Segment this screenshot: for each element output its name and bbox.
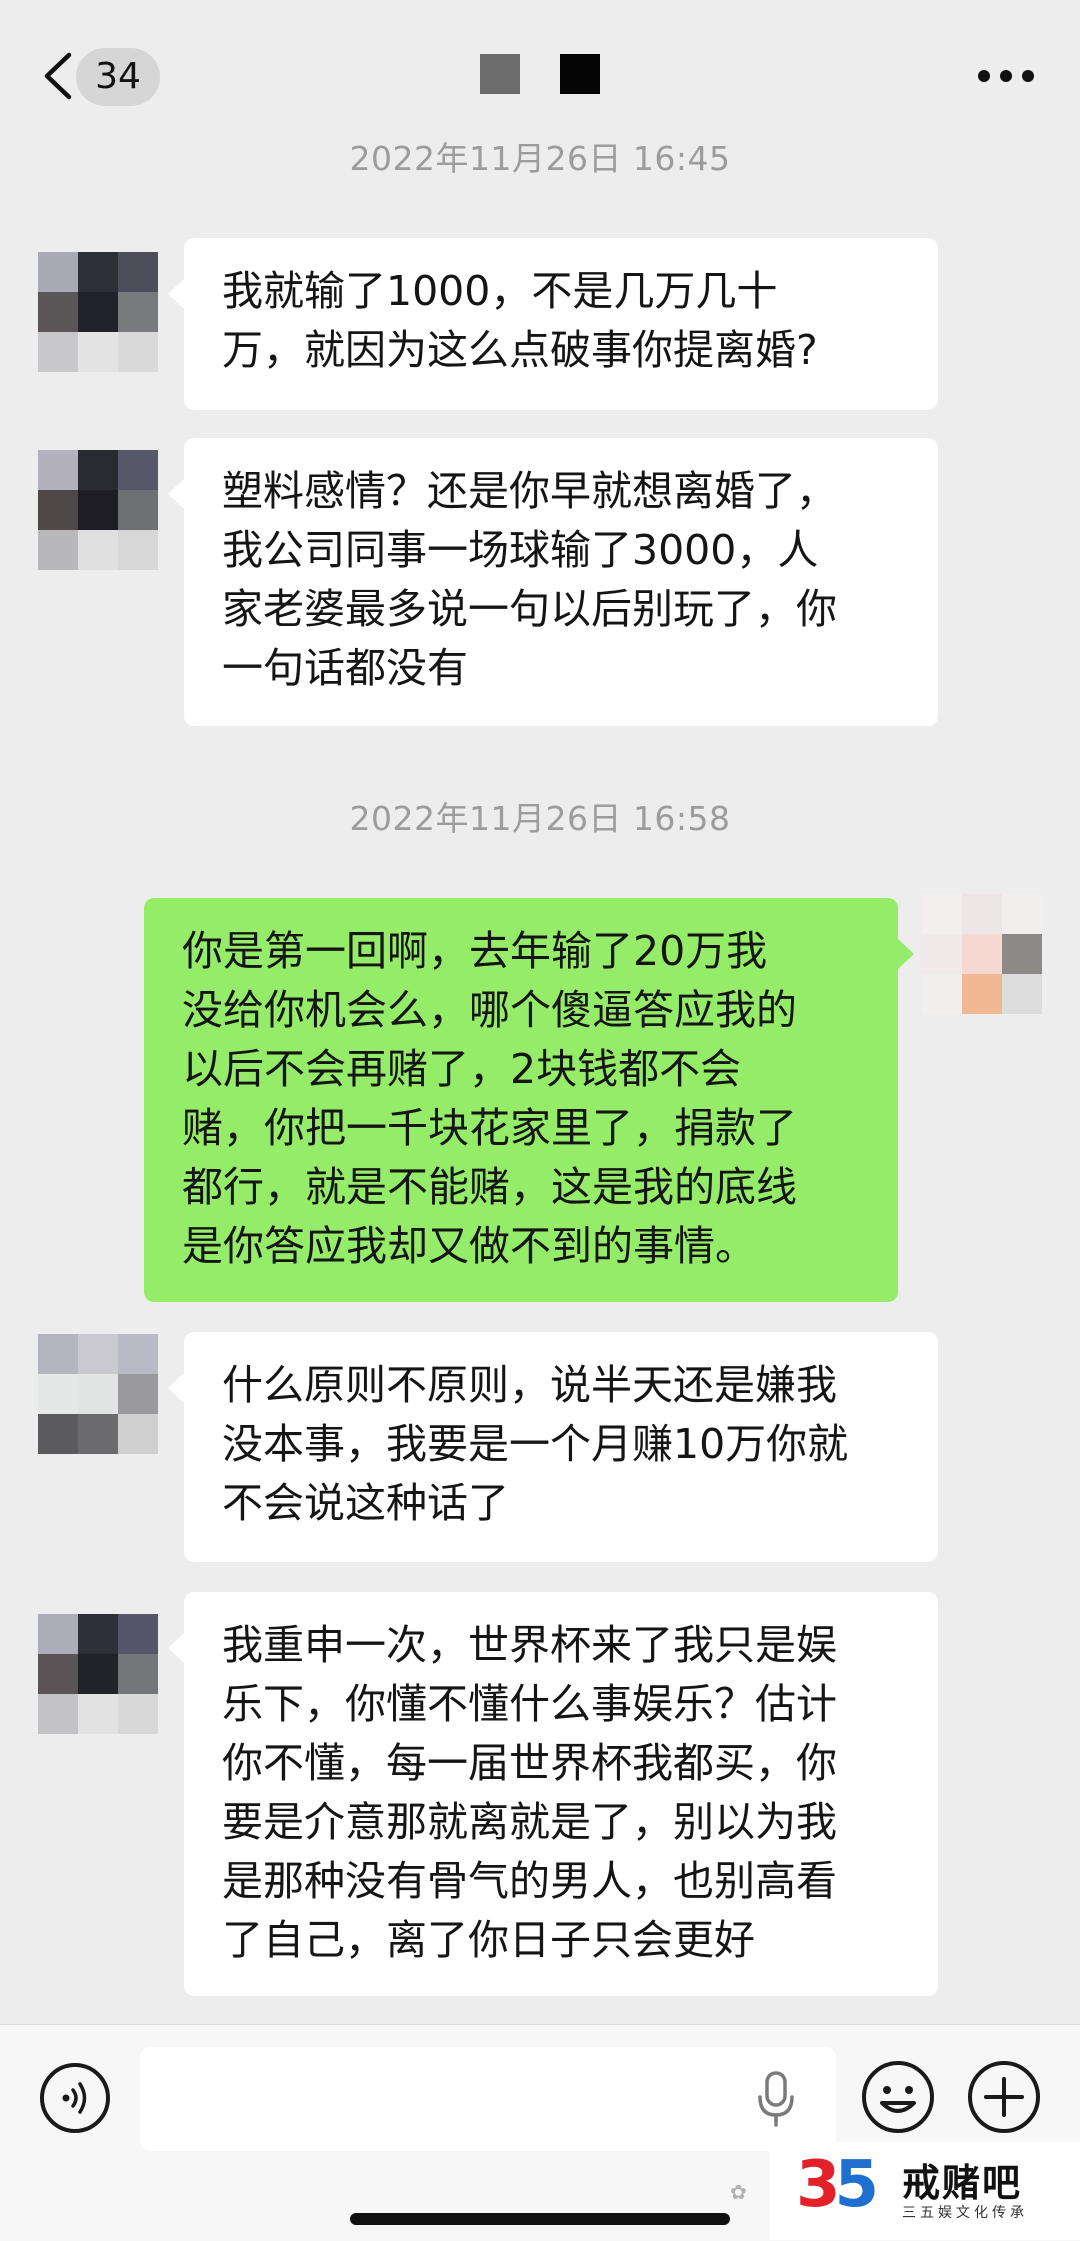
more-dot-icon [1000, 70, 1012, 82]
chat-title-redacted [560, 54, 600, 94]
more-dot-icon [978, 70, 990, 82]
voice-input-button[interactable] [40, 2063, 110, 2133]
logo-number: 35 [796, 2148, 879, 2222]
emoji-button[interactable] [860, 2059, 936, 2135]
unread-count-badge: 34 [76, 48, 160, 106]
message-text-input[interactable] [140, 2047, 836, 2151]
home-indicator[interactable] [350, 2213, 730, 2225]
my-avatar[interactable] [922, 894, 1042, 1014]
chat-header: 34 [0, 0, 1080, 150]
logo-tagline: 三五娱文化传承 [902, 2205, 1028, 2221]
chevron-left-icon [44, 52, 72, 100]
message-timestamp: 2022年11月26日 16:45 [349, 139, 731, 178]
more-functions-plus-button[interactable] [966, 2059, 1042, 2135]
message-bubble-received[interactable]: 塑料感情？还是你早就想离婚了， 我公司同事一场球输了3000，人 家老婆最多说一… [168, 438, 938, 726]
more-dot-icon [1022, 70, 1034, 82]
wechat-watermark-icon: ✿ [730, 2180, 747, 2204]
contact-avatar[interactable] [38, 1614, 158, 1734]
voice-wave-icon [62, 2082, 87, 2114]
logo-name: 戒赌吧 [902, 2161, 1023, 2205]
chat-title-redacted [480, 54, 520, 94]
more-options-button[interactable] [978, 66, 1034, 86]
contact-avatar[interactable] [38, 252, 158, 372]
message-timestamp: 2022年11月26日 16:58 [349, 799, 731, 838]
message-bubble-sent[interactable]: 你是第一回啊，去年输了20万我 没给你机会么，哪个傻逼答应我的 以后不会再赌了，… [144, 898, 914, 1302]
microphone-icon[interactable] [756, 2069, 796, 2129]
message-bubble-received[interactable]: 什么原则不原则，说半天还是嫌我 没本事，我要是一个月赚10万你就 不会说这种话了 [168, 1332, 938, 1562]
contact-avatar[interactable] [38, 450, 158, 570]
message-bubble-received[interactable]: 我重申一次，世界杯来了我只是娱 乐下，你懂不懂什么事娱乐？估计 你不懂，每一届世… [168, 1592, 938, 1996]
message-bubble-received[interactable]: 我就输了1000，不是几万几十 万，就因为这么点破事你提离婚? [168, 238, 938, 410]
contact-avatar[interactable] [38, 1334, 158, 1454]
watermark-logo: 35 戒赌吧 三五娱文化传承 [770, 2142, 1080, 2240]
